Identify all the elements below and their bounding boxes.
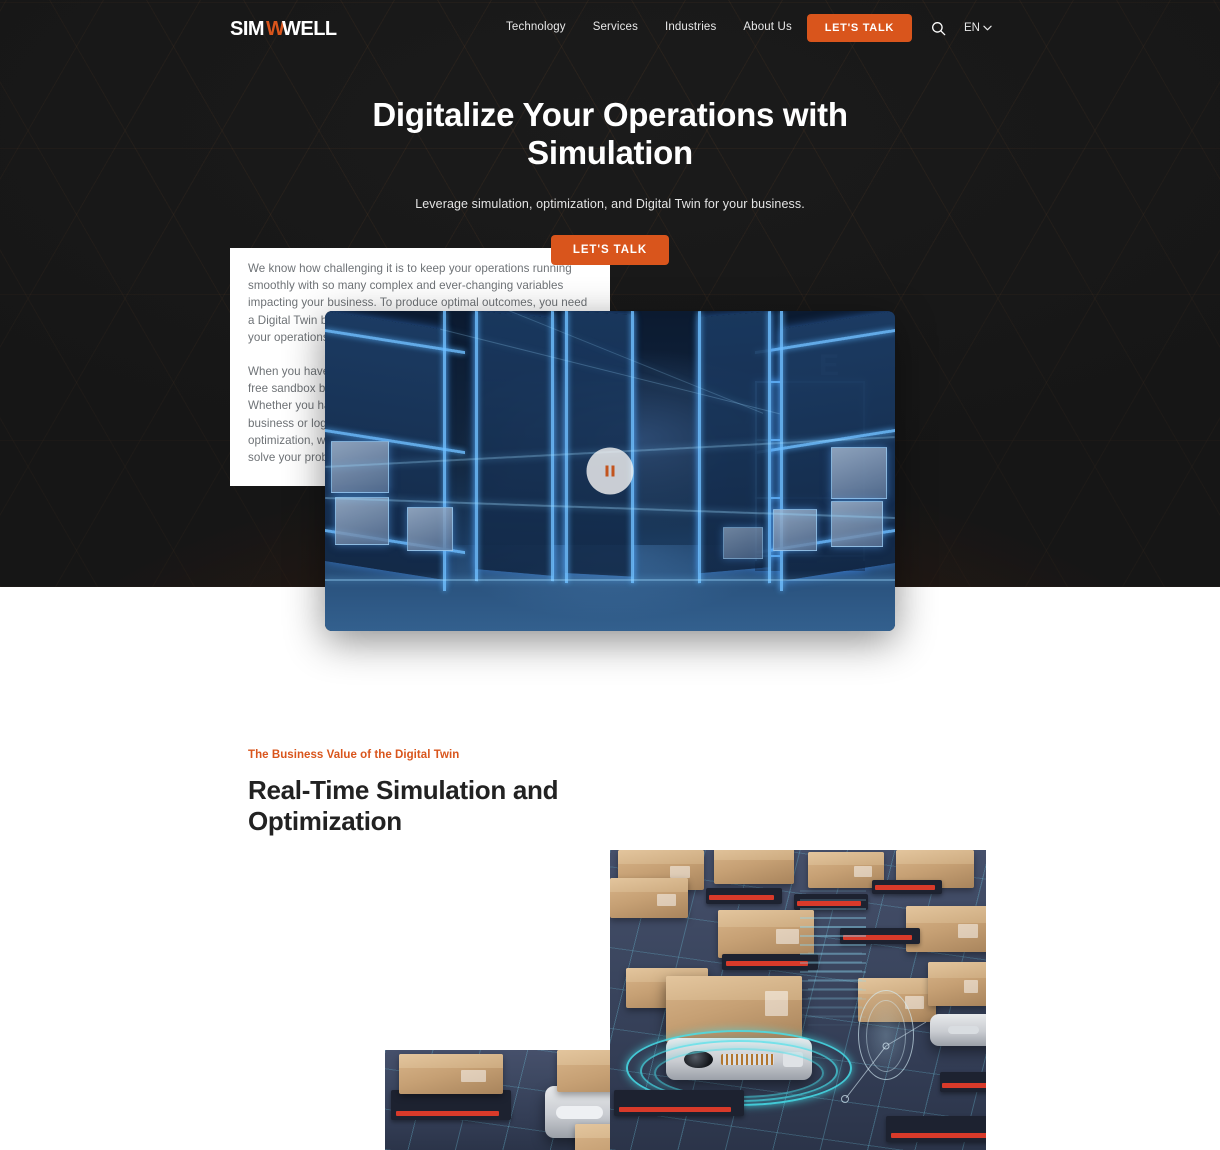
agv-primary-image <box>610 850 986 1150</box>
hologram-connector-lines <box>841 1021 927 1103</box>
warehouse-digital-twin-illustration: E <box>325 311 895 631</box>
site-header: SIM W WELL Technology Services Industrie… <box>0 0 1220 56</box>
nav-item-about-us[interactable]: About Us <box>743 21 792 33</box>
section-title: Real-Time Simulation and Optimization <box>248 775 559 836</box>
hero-play-pause-button[interactable] <box>586 447 634 495</box>
language-label: EN <box>964 22 980 34</box>
hero-lets-talk-button[interactable]: LET'S TALK <box>550 235 670 265</box>
nav-item-technology[interactable]: Technology <box>506 21 566 33</box>
chevron-down-icon <box>983 25 992 31</box>
page-root: SIM W WELL Technology Services Industrie… <box>0 0 1220 1150</box>
agv-scene-front <box>610 850 986 1150</box>
svg-text:SIM: SIM <box>230 18 264 40</box>
hero-video-thumbnail[interactable]: E <box>325 311 895 631</box>
brand-logo[interactable]: SIM W WELL <box>230 17 342 41</box>
svg-text:WELL: WELL <box>282 18 337 40</box>
search-icon <box>931 21 945 35</box>
hero-content: Digitalize Your Operations with Simulati… <box>0 96 1220 265</box>
nav-item-services[interactable]: Services <box>593 21 638 33</box>
header-actions: LET'S TALK EN <box>806 14 992 42</box>
section-eyebrow: The Business Value of the Digital Twin <box>248 749 460 761</box>
hero-subtitle: Leverage simulation, optimization, and D… <box>415 197 805 211</box>
hero-title: Digitalize Your Operations with Simulati… <box>372 96 848 171</box>
pause-icon <box>605 465 615 477</box>
nav-item-industries[interactable]: Industries <box>665 21 716 33</box>
language-selector[interactable]: EN <box>964 22 992 34</box>
simwell-logo-icon: SIM W WELL <box>230 18 337 40</box>
header-lets-talk-button[interactable]: LET'S TALK <box>806 14 913 42</box>
search-button[interactable] <box>928 18 948 38</box>
